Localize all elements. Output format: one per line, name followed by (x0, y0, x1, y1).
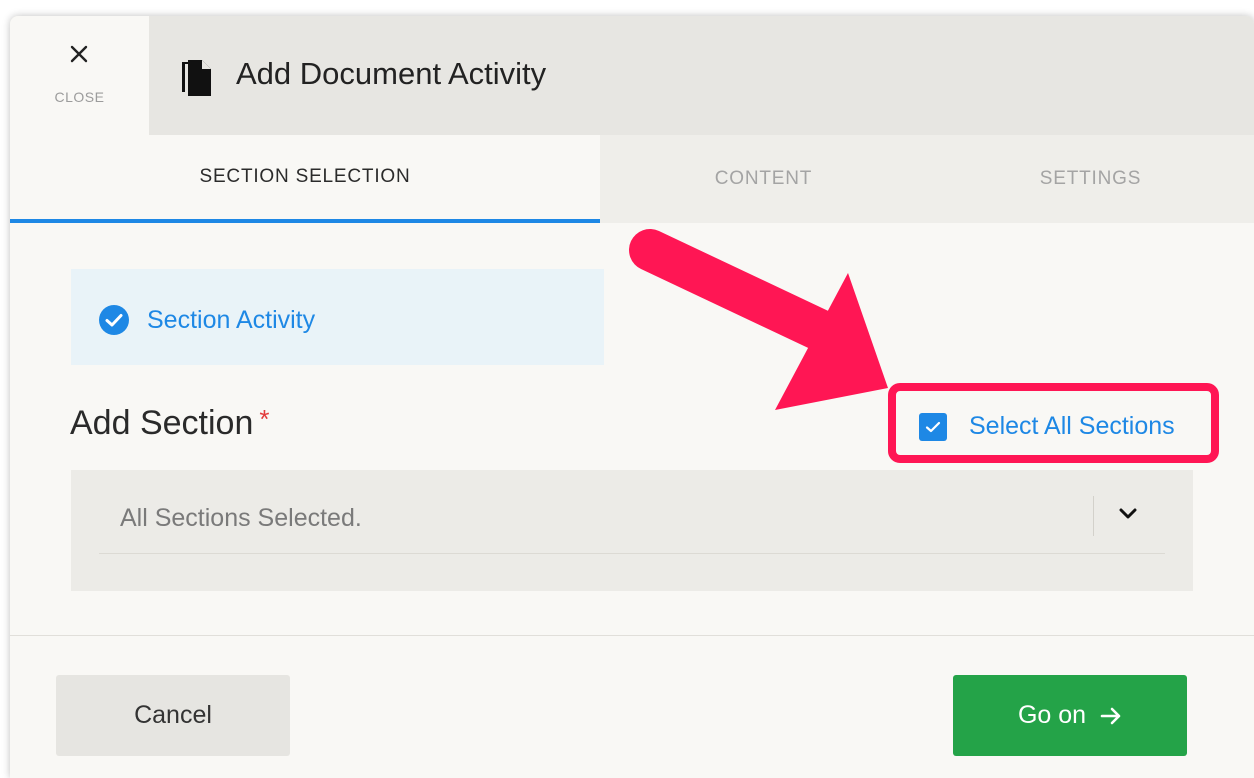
tab-content[interactable]: CONTENT (600, 135, 927, 223)
dropdown-value: All Sections Selected. (120, 504, 362, 532)
section-dropdown-container: All Sections Selected. (71, 470, 1193, 591)
chevron-down-icon[interactable] (1119, 508, 1137, 520)
close-icon (70, 45, 88, 63)
cancel-button[interactable]: Cancel (56, 675, 290, 756)
arrow-right-icon (1100, 707, 1121, 724)
required-marker: * (259, 404, 270, 434)
tab-bar: SECTION SELECTION CONTENT SETTINGS (10, 135, 1254, 223)
tab-settings[interactable]: SETTINGS (927, 135, 1254, 223)
close-label: CLOSE (54, 89, 105, 105)
section-activity-option[interactable]: Section Activity (71, 269, 604, 365)
select-all-sections-highlight: Select All Sections (888, 383, 1219, 463)
checkbox-icon (925, 421, 941, 433)
dialog-header: CLOSE Add Document Activity (10, 16, 1254, 135)
go-on-label: Go on (1017, 701, 1087, 729)
dialog-title: Add Document Activity (236, 56, 547, 91)
section-activity-label: Section Activity (147, 306, 316, 334)
add-document-activity-dialog: CLOSE Add Document Activity SECTION SELE… (10, 16, 1254, 778)
close-button[interactable]: CLOSE (10, 16, 149, 135)
check-circle-icon (99, 305, 129, 335)
dropdown-separator (1093, 496, 1094, 536)
select-all-sections-checkbox[interactable] (919, 413, 947, 441)
document-icon (182, 60, 211, 96)
add-section-text: Add Section (70, 404, 254, 442)
select-all-sections-label[interactable]: Select All Sections (969, 412, 1175, 441)
tab-section-selection[interactable]: SECTION SELECTION (10, 135, 600, 223)
go-on-button[interactable]: Go on (953, 675, 1187, 756)
add-section-label: Add Section * (70, 404, 269, 443)
footer-divider (10, 635, 1254, 636)
section-dropdown[interactable]: All Sections Selected. (99, 470, 1165, 554)
